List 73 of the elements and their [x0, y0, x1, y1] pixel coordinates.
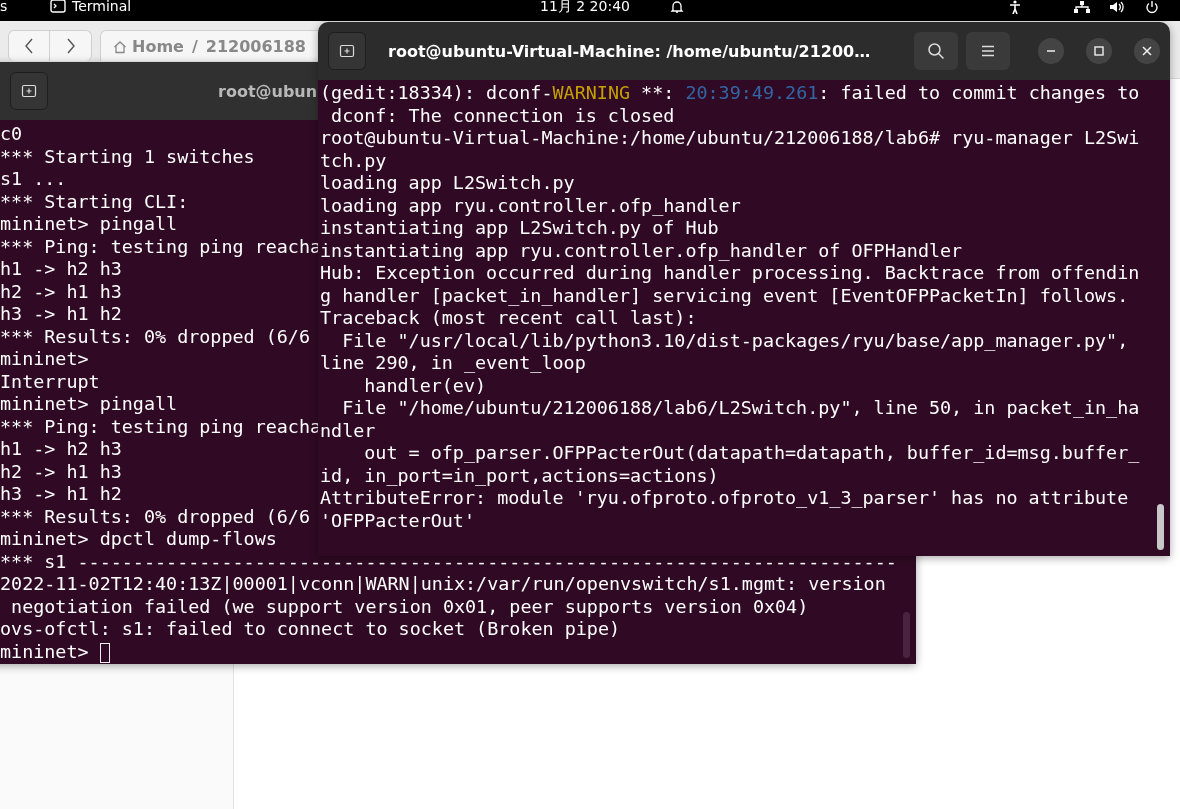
terminal-line: root@ubuntu-Virtual-Machine:/home/ubuntu/212006188/lab6# ryu-manager L2Swi — [320, 127, 1140, 148]
accessibility-icon[interactable] — [1008, 0, 1022, 14]
close-button[interactable] — [1134, 38, 1160, 64]
maximize-button[interactable] — [1086, 38, 1112, 64]
terminal-line: out = ofp_parser.OFPPacterOut(datapath=datapath, buffer_id=msg.buffer_ — [363, 442, 1140, 463]
terminal-line: mininet> — [0, 348, 89, 369]
minimize-button[interactable] — [1038, 38, 1064, 64]
terminal-line: File "/usr/local/lib/python3.10/dist-packages/ryu/base/app_manager.py", — [341, 329, 1129, 351]
new-tab-button[interactable] — [10, 72, 48, 110]
home-icon — [113, 39, 127, 54]
terminal-line: *** Starting CLI: — [0, 190, 189, 212]
terminal-line: h1 -> h2 h3 — [0, 438, 122, 459]
menu-icon — [981, 45, 995, 57]
menu-button[interactable] — [966, 32, 1010, 70]
window-title: root@ubun — [218, 81, 318, 101]
terminal-line: mininet> pingall — [0, 393, 178, 414]
terminal-line: 'OFPPacterOut' — [320, 509, 475, 531]
new-tab-icon — [21, 83, 37, 99]
scrollbar-thumb[interactable] — [903, 612, 910, 658]
terminal-line: 2022-11-02T12:40:13Z|00001|vconn|WARN|unix:/var/run/openvswitch/s1.mgmt: version — [0, 573, 886, 594]
terminal-line: g handler [packet_in_handler] servicing event [EventOFPPacketIn] follows. — [320, 284, 1129, 306]
terminal-line: c0 — [0, 123, 23, 144]
forward-icon — [65, 38, 76, 54]
terminal-line: ndler — [320, 419, 376, 441]
bell-icon — [670, 0, 684, 14]
terminal-line: dconf: The connection is closed — [330, 104, 675, 126]
back-icon — [24, 38, 34, 54]
terminal-line: *** s1 -------------------------------------------------------------------------- — [0, 550, 897, 572]
terminal-line: line 290, in _event_loop — [320, 352, 586, 373]
terminal-line: tch.py — [320, 149, 387, 171]
maximize-icon — [1094, 46, 1104, 56]
terminal-line: s1 ... — [0, 168, 67, 189]
minimize-icon — [1046, 50, 1056, 52]
terminal-line: Hub: Exception occurred during handler processing. Backtrace from offendin — [320, 262, 1140, 283]
close-icon — [1142, 46, 1152, 56]
clock[interactable]: 11月 2 20:40 — [540, 0, 630, 15]
volume-icon[interactable] — [1109, 0, 1125, 14]
terminal-line: *** Starting 1 switches — [0, 145, 255, 167]
terminal-line: Interrupt — [0, 370, 100, 392]
terminal-line: h2 -> h1 h3 — [0, 460, 122, 482]
terminal-line: h3 -> h1 h2 — [0, 483, 122, 504]
terminal-line: negotiation failed (we support version 0x01, peer supports version 0x04) — [10, 595, 809, 617]
terminal-line: handler(ev) — [363, 374, 487, 396]
terminal-line: instantiating app L2Switch.py of Hub — [320, 217, 719, 238]
new-tab-button[interactable] — [328, 32, 366, 70]
terminal-line: File "/home/ubuntu/212006188/lab6/L2Switch.py", line 50, in packet_in_ha — [341, 397, 1140, 418]
terminal-line: *** Results: 0% dropped (6/6 — [0, 505, 311, 527]
power-icon[interactable] — [1145, 0, 1159, 14]
terminal-line: AttributeError: module 'ryu.ofproto.ofproto_v1_3_parser' has no attribute — [320, 487, 1129, 508]
search-icon — [927, 42, 945, 60]
terminal-line: mininet> — [0, 640, 110, 662]
terminal-line: ovs-ofctl: s1: failed to connect to socket (Broken pipe) — [0, 618, 621, 639]
terminal-line: h3 -> h1 h2 — [0, 303, 122, 324]
activities-label[interactable]: s — [0, 0, 8, 15]
scrollbar-thumb[interactable] — [1157, 504, 1164, 550]
terminal-line: h2 -> h1 h3 — [0, 280, 122, 302]
terminal-line: mininet> dpctl dump-flows — [0, 528, 277, 549]
terminal-line: instantiating app ryu.controller.ofp_handler of OFPHandler — [320, 239, 963, 261]
terminal-line: mininet> pingall — [0, 213, 178, 234]
network-icon[interactable] — [1073, 0, 1091, 14]
app-menu[interactable]: Terminal — [50, 0, 132, 15]
terminal-line: h1 -> h2 h3 — [0, 258, 122, 279]
terminal-line: (gedit:18334): dconf-WARNING **: 20:39:49.261: failed to commit changes to — [320, 82, 1140, 103]
window-title: root@ubuntu-Virtual-Machine: /home/ubuntu/21200… — [387, 41, 872, 61]
path-separator: / — [191, 37, 198, 56]
terminal-line: loading app L2Switch.py — [320, 172, 575, 193]
terminal-line: *** Results: 0% dropped (6/6 — [0, 325, 311, 347]
terminal-line: id, in_port=in_port,actions=actions) — [320, 464, 719, 486]
terminal-line: loading app ryu.controller.ofp_handler — [320, 194, 741, 216]
new-tab-icon — [339, 43, 355, 59]
search-button[interactable] — [914, 32, 958, 70]
terminal-line: Traceback (most recent call last): — [320, 307, 697, 328]
terminal-icon — [50, 0, 66, 13]
